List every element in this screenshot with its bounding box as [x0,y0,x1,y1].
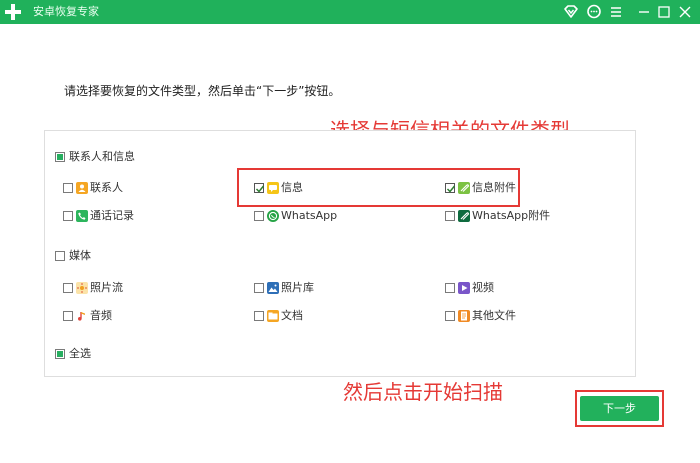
group-label-contacts: 联系人和信息 [69,150,135,163]
select-all-checkbox[interactable] [55,349,65,359]
file-icon [458,310,470,322]
group-label-media: 媒体 [69,249,91,262]
label-call-logs: 通话记录 [90,209,134,222]
whatsapp-attachment-icon [458,210,470,222]
video-icon [458,282,470,294]
checkbox-video[interactable] [445,283,455,293]
label-photo-library: 照片库 [281,281,314,294]
whatsapp-icon [267,210,279,222]
vip-icon[interactable] [563,4,579,20]
next-button[interactable]: 下一步 [580,396,659,421]
checkbox-whatsapp[interactable] [254,211,264,221]
label-audio: 音频 [90,309,112,322]
contacts-icon [76,182,88,194]
minimize-icon[interactable] [636,4,652,20]
app-logo-icon [5,4,21,20]
menu-icon[interactable] [608,4,624,20]
label-whatsapp-attachments: WhatsApp附件 [472,209,551,222]
label-photo-stream: 照片流 [90,281,123,294]
checkbox-contacts[interactable] [63,183,73,193]
checkbox-photo-library[interactable] [254,283,264,293]
checkbox-other-files[interactable] [445,311,455,321]
annotation-click-scan: 然后点击开始扫描 [343,380,503,404]
maximize-icon[interactable] [656,4,672,20]
label-contacts: 联系人 [90,181,123,194]
label-other-files: 其他文件 [472,309,516,322]
annotation-highlight-box [237,168,520,207]
folder-icon [267,310,279,322]
label-documents: 文档 [281,309,303,322]
photo-library-icon [267,282,279,294]
title-bar: 安卓恢复专家 [0,0,700,24]
photo-stream-icon [76,282,88,294]
chat-icon[interactable] [586,4,602,20]
close-icon[interactable] [677,4,693,20]
checkbox-audio[interactable] [63,311,73,321]
instruction-text: 请选择要恢复的文件类型，然后单击“下一步”按钮。 [64,84,341,98]
checkbox-whatsapp-attachments[interactable] [445,211,455,221]
label-video: 视频 [472,281,494,294]
group-checkbox-contacts[interactable] [55,152,65,162]
phone-icon [76,210,88,222]
select-all-label: 全选 [69,347,91,360]
checkbox-call-logs[interactable] [63,211,73,221]
group-checkbox-media[interactable] [55,251,65,261]
checkbox-documents[interactable] [254,311,264,321]
label-whatsapp: WhatsApp [281,209,338,222]
app-title: 安卓恢复专家 [33,5,99,18]
checkbox-photo-stream[interactable] [63,283,73,293]
audio-icon [76,310,88,322]
